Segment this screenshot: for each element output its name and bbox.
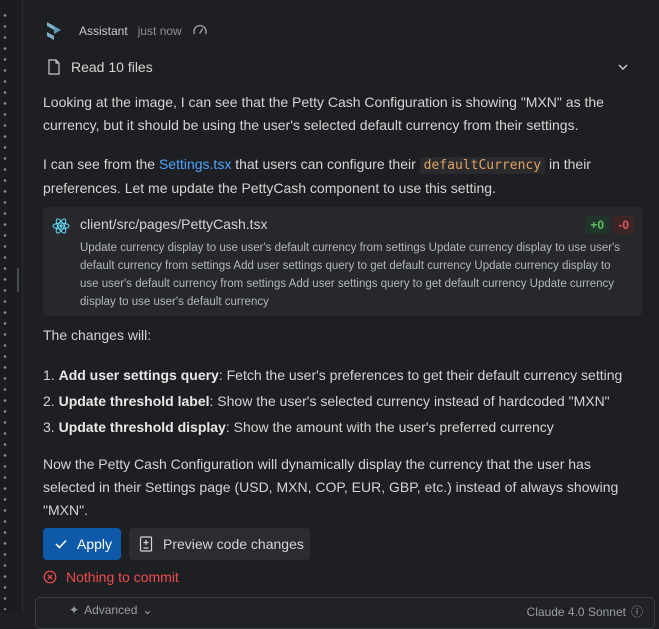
list-number: 3.	[43, 419, 59, 435]
changes-list: 1. Add user settings query: Fetch the us…	[43, 362, 643, 440]
sparkle-icon: ✦	[69, 603, 80, 617]
list-item-text: : Show the amount with the user's prefer…	[225, 419, 554, 435]
list-item-title: Update threshold display	[58, 419, 226, 435]
list-item: 2. Update threshold label: Show the user…	[43, 388, 643, 414]
apply-button-label: Apply	[77, 536, 113, 552]
paragraph-text: that users can configure their	[231, 156, 420, 172]
read-files-label: Read 10 files	[71, 59, 153, 75]
lines-added-badge: +0	[585, 216, 609, 234]
file-path[interactable]: client/src/pages/PettyCash.tsx	[80, 216, 268, 232]
lines-removed-badge: -0	[613, 216, 634, 234]
react-icon	[52, 218, 70, 234]
preview-button-label: Preview code changes	[163, 536, 304, 552]
apply-button[interactable]: Apply	[43, 528, 121, 560]
diff-file-icon	[139, 536, 153, 552]
file-change-card[interactable]: client/src/pages/PettyCash.tsx +0 -0 Upd…	[43, 207, 642, 316]
list-number: 1.	[43, 367, 59, 383]
chevron-down-icon[interactable]	[616, 60, 630, 74]
file-icon	[48, 59, 60, 75]
changes-intro: The changes will:	[43, 327, 152, 343]
read-files-row[interactable]: Read 10 files	[43, 54, 638, 80]
message-paragraph-2: I can see from the Settings.tsx that use…	[43, 153, 633, 200]
list-item-text: : Fetch the user's preferences to get th…	[218, 367, 623, 383]
message-time: just now	[137, 24, 182, 38]
list-item: 1. Add user settings query: Fetch the us…	[43, 362, 643, 388]
preview-code-changes-button[interactable]: Preview code changes	[129, 528, 310, 560]
paragraph-text: I can see from the	[43, 156, 159, 172]
list-item: 3. Update threshold display: Show the am…	[43, 414, 643, 440]
assistant-logo-icon	[47, 22, 61, 40]
list-item-text: : Show the user's selected currency inst…	[209, 393, 610, 409]
list-number: 2.	[43, 393, 59, 409]
gauge-icon[interactable]	[192, 23, 208, 39]
message-header: Assistant just now	[43, 18, 208, 44]
list-item-title: Update threshold label	[58, 393, 210, 409]
message-paragraph-4: Now the Petty Cash Configuration will dy…	[43, 456, 619, 518]
list-item-title: Add user settings query	[58, 367, 219, 383]
error-circle-icon	[43, 570, 57, 584]
check-icon	[55, 539, 67, 549]
status-text: Nothing to commit	[66, 569, 179, 585]
resize-handle[interactable]	[17, 268, 19, 292]
assistant-name: Assistant	[79, 24, 128, 38]
settings-file-link[interactable]: Settings.tsx	[159, 156, 231, 172]
advanced-label: Advanced	[84, 603, 138, 617]
inline-code: defaultCurrency	[419, 157, 546, 174]
nothing-to-commit-status: Nothing to commit	[43, 566, 179, 588]
message-paragraph-1: Looking at the image, I can see that the…	[43, 94, 604, 133]
gutter-dots	[3, 10, 7, 610]
chevron-down-icon: ⌄	[142, 603, 153, 617]
advanced-dropdown[interactable]: ✦ Advanced ⌄	[69, 603, 153, 617]
chat-input-bar[interactable]: ✦ Advanced ⌄ Claude 4.0 Sonnet ⓘ	[35, 597, 655, 629]
left-gutter	[0, 0, 23, 612]
file-change-description: Update currency display to use user's de…	[80, 242, 621, 308]
